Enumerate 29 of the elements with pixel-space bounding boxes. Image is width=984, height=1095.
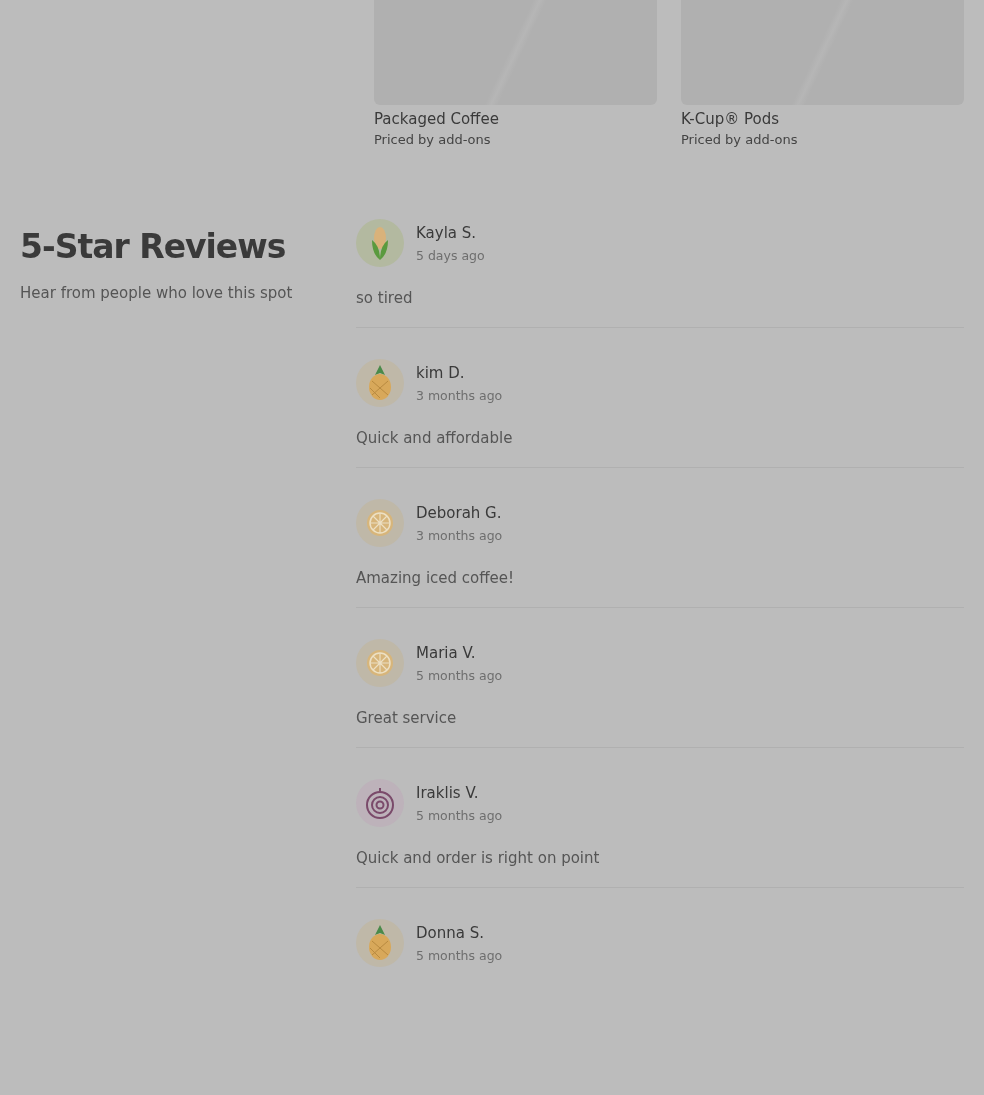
reviewer-name: kim D. (416, 363, 466, 382)
product-price: Priced by add-ons (681, 132, 799, 147)
reviewer-name: Maria V. (416, 643, 477, 662)
review-text: Great service (356, 709, 458, 727)
section-title: 5-Star Reviews (20, 227, 287, 266)
review-time: 3 months ago (416, 387, 503, 403)
citrus-slice-icon (366, 649, 394, 677)
pineapple-icon (367, 925, 393, 961)
review-time: 3 months ago (416, 527, 503, 543)
reviewer-name: Kayla S. (416, 223, 478, 242)
review-text: Quick and affordable (356, 429, 514, 447)
section-subtitle: Hear from people who love this spot (20, 284, 294, 302)
reviewer-name: Donna S. (416, 923, 485, 942)
review-time: 5 months ago (416, 947, 503, 963)
review-text: so tired (356, 289, 414, 307)
corn-icon (370, 226, 390, 260)
citrus-slice-icon (366, 509, 394, 537)
review-time: 5 days ago (416, 247, 485, 263)
review-text: Quick and order is right on point (356, 849, 601, 867)
review-text: Amazing iced coffee! (356, 569, 516, 587)
reviewer-name: Deborah G. (416, 503, 503, 522)
onion-icon (365, 787, 395, 819)
review-time: 5 months ago (416, 807, 503, 823)
product-name: Packaged Coffee (374, 110, 500, 128)
reviewer-name: Iraklis V. (416, 783, 480, 802)
review-time: 5 months ago (416, 667, 503, 683)
product-name: K-Cup® Pods (681, 110, 780, 128)
product-price: Priced by add-ons (374, 132, 492, 147)
pineapple-icon (367, 365, 393, 401)
